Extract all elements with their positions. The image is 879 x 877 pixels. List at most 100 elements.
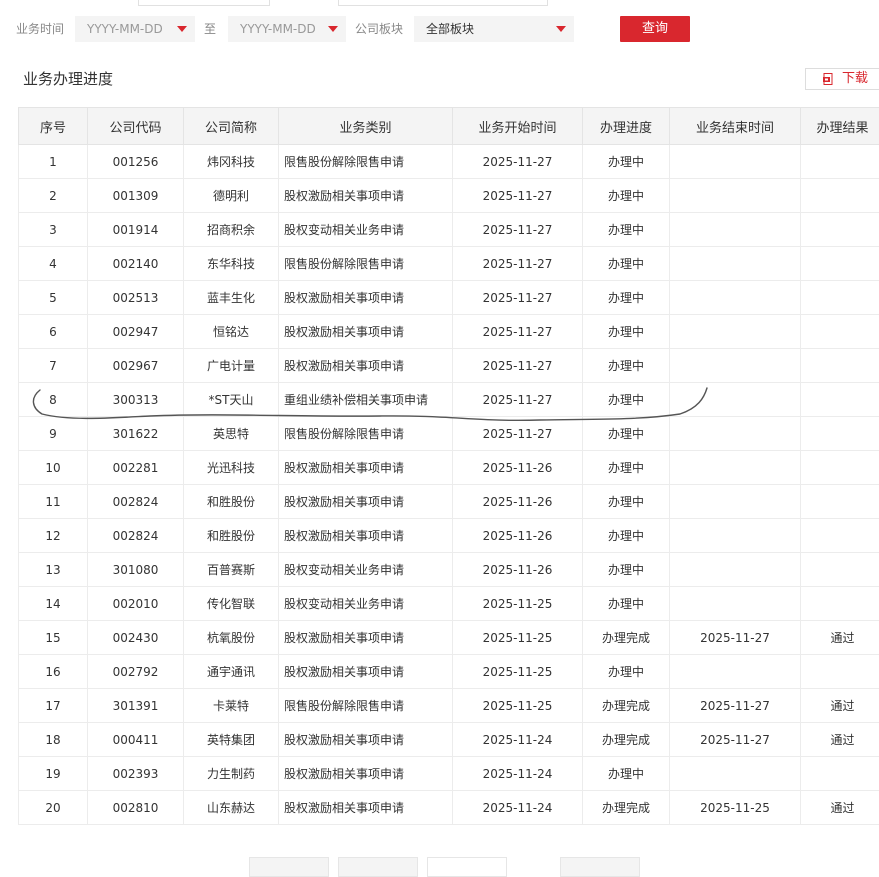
caret-down-icon <box>328 26 338 32</box>
page-number-input[interactable] <box>427 857 507 877</box>
date-separator: 至 <box>204 21 216 37</box>
column-header: 办理结果 <box>801 108 879 145</box>
table-cell: 广电计量 <box>184 349 279 383</box>
table-cell: 16 <box>19 655 88 689</box>
table-row[interactable]: 19002393力生制药股权激励相关事项申请2025-11-24办理中 <box>19 757 879 791</box>
date-label: 业务时间 <box>16 21 64 37</box>
table-cell: 办理中 <box>583 451 670 485</box>
table-cell <box>801 281 879 315</box>
table-cell: 办理中 <box>583 213 670 247</box>
table-cell: 2025-11-27 <box>453 247 583 281</box>
table-cell: 德明利 <box>184 179 279 213</box>
board-select[interactable]: 全部板块 <box>414 16 574 42</box>
table-row[interactable]: 3001914招商积余股权变动相关业务申请2025-11-27办理中 <box>19 213 879 247</box>
download-button[interactable]: 下载 <box>805 68 879 90</box>
table-cell: 000411 <box>88 723 184 757</box>
table-cell <box>670 145 801 179</box>
table-cell <box>670 213 801 247</box>
table-row[interactable]: 12002824和胜股份股权激励相关事项申请2025-11-26办理中 <box>19 519 879 553</box>
table-cell: 卡莱特 <box>184 689 279 723</box>
table-cell: 蓝丰生化 <box>184 281 279 315</box>
table-cell: 股权激励相关事项申请 <box>279 485 453 519</box>
table-cell: 002513 <box>88 281 184 315</box>
table-row[interactable]: 20002810山东赫达股权激励相关事项申请2025-11-24办理完成2025… <box>19 791 879 825</box>
top-input-box[interactable] <box>138 0 270 6</box>
table-cell <box>801 451 879 485</box>
table-cell <box>801 553 879 587</box>
table-row[interactable]: 13301080百普赛斯股权变动相关业务申请2025-11-26办理中 <box>19 553 879 587</box>
table-row[interactable]: 2001309德明利股权激励相关事项申请2025-11-27办理中 <box>19 179 879 213</box>
table-row[interactable]: 14002010传化智联股权变动相关业务申请2025-11-25办理中 <box>19 587 879 621</box>
table-row[interactable]: 6002947恒铭达股权激励相关事项申请2025-11-27办理中 <box>19 315 879 349</box>
table-row[interactable]: 10002281光迅科技股权激励相关事项申请2025-11-26办理中 <box>19 451 879 485</box>
column-header: 办理进度 <box>583 108 670 145</box>
board-label: 公司板块 <box>355 21 403 37</box>
table-cell: 办理完成 <box>583 791 670 825</box>
pager-button[interactable] <box>249 857 329 877</box>
table-cell: 5 <box>19 281 88 315</box>
table-cell <box>801 655 879 689</box>
top-input-box[interactable] <box>338 0 548 6</box>
table-cell: 17 <box>19 689 88 723</box>
table-cell: 通过 <box>801 689 879 723</box>
column-header: 公司代码 <box>88 108 184 145</box>
table-cell <box>670 451 801 485</box>
table-cell: 2025-11-26 <box>453 485 583 519</box>
table-cell <box>801 145 879 179</box>
table-cell: 12 <box>19 519 88 553</box>
table-cell <box>801 349 879 383</box>
table-cell: 002792 <box>88 655 184 689</box>
end-date-placeholder: YYYY-MM-DD <box>240 22 316 36</box>
table-cell: 英思特 <box>184 417 279 451</box>
table-cell: 13 <box>19 553 88 587</box>
table-cell: 2025-11-27 <box>453 213 583 247</box>
query-button[interactable]: 查询 <box>620 16 690 42</box>
table-row[interactable]: 4002140东华科技限售股份解除限售申请2025-11-27办理中 <box>19 247 879 281</box>
table-cell <box>670 553 801 587</box>
column-header: 序号 <box>19 108 88 145</box>
section-title: 业务办理进度 <box>23 68 113 90</box>
table-cell: 002281 <box>88 451 184 485</box>
table-row[interactable]: 18000411英特集团股权激励相关事项申请2025-11-24办理完成2025… <box>19 723 879 757</box>
start-date-input[interactable]: YYYY-MM-DD <box>75 16 195 42</box>
pager-button[interactable] <box>560 857 640 877</box>
table-row[interactable]: 11002824和胜股份股权激励相关事项申请2025-11-26办理中 <box>19 485 879 519</box>
table-cell: 办理完成 <box>583 723 670 757</box>
table-cell: 办理中 <box>583 417 670 451</box>
table-cell <box>670 655 801 689</box>
table-row[interactable]: 9301622英思特限售股份解除限售申请2025-11-27办理中 <box>19 417 879 451</box>
table-cell: 301622 <box>88 417 184 451</box>
table-cell: 300313 <box>88 383 184 417</box>
table-cell: 2025-11-27 <box>453 417 583 451</box>
table-row[interactable]: 7002967广电计量股权激励相关事项申请2025-11-27办理中 <box>19 349 879 383</box>
table-cell: 办理完成 <box>583 689 670 723</box>
table-row[interactable]: 1001256炜冈科技限售股份解除限售申请2025-11-27办理中 <box>19 145 879 179</box>
column-header: 业务开始时间 <box>453 108 583 145</box>
table-cell: 通过 <box>801 723 879 757</box>
table-cell: 股权激励相关事项申请 <box>279 621 453 655</box>
table-cell <box>670 587 801 621</box>
table-cell <box>801 519 879 553</box>
table-cell: 股权变动相关业务申请 <box>279 587 453 621</box>
column-header: 业务结束时间 <box>670 108 801 145</box>
table-cell: 通过 <box>801 621 879 655</box>
end-date-input[interactable]: YYYY-MM-DD <box>228 16 346 42</box>
table-row[interactable]: 15002430杭氧股份股权激励相关事项申请2025-11-25办理完成2025… <box>19 621 879 655</box>
table-cell: 7 <box>19 349 88 383</box>
table-row[interactable]: 16002792通宇通讯股权激励相关事项申请2025-11-25办理中 <box>19 655 879 689</box>
table-cell: 股权激励相关事项申请 <box>279 757 453 791</box>
table-cell: 力生制药 <box>184 757 279 791</box>
table-cell: 6 <box>19 315 88 349</box>
pager-button[interactable] <box>338 857 418 877</box>
table-row[interactable]: 17301391卡莱特限售股份解除限售申请2025-11-25办理完成2025-… <box>19 689 879 723</box>
table-cell: 办理中 <box>583 757 670 791</box>
table-cell <box>801 315 879 349</box>
table-cell: 2025-11-26 <box>453 519 583 553</box>
table-cell: 英特集团 <box>184 723 279 757</box>
table-cell: 002810 <box>88 791 184 825</box>
table-cell: 山东赫达 <box>184 791 279 825</box>
table-cell: 股权激励相关事项申请 <box>279 655 453 689</box>
table-row[interactable]: 8300313*ST天山重组业绩补偿相关事项申请2025-11-27办理中 <box>19 383 879 417</box>
table-cell <box>670 757 801 791</box>
table-row[interactable]: 5002513蓝丰生化股权激励相关事项申请2025-11-27办理中 <box>19 281 879 315</box>
